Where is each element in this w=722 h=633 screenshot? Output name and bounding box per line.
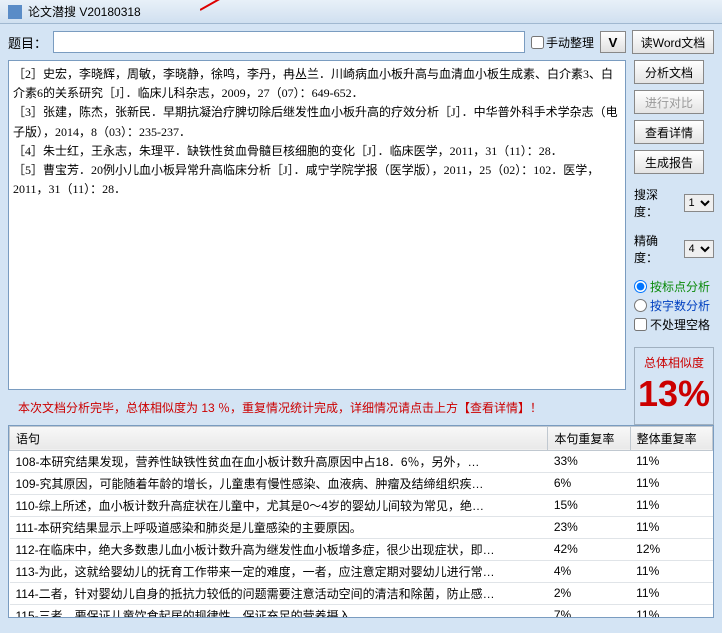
results-table[interactable]: 语句 本句重复率 整体重复率 108-本研究结果发现，营养性缺铁性贫血在血小板计… <box>9 426 713 618</box>
main-textarea[interactable] <box>8 60 626 390</box>
compare-button: 进行对比 <box>634 90 704 114</box>
window-title: 论文潜搜 V20180318 <box>28 3 141 20</box>
analyze-button[interactable]: 分析文档 <box>634 60 704 84</box>
titlebar: 论文潜搜 V20180318 <box>0 0 722 24</box>
table-row[interactable]: 109-究其原因，可能随着年龄的增长，儿童患有慢性感染、血液病、肿瘤及结缔组织疾… <box>10 472 713 494</box>
table-row[interactable]: 108-本研究结果发现，营养性缺铁性贫血在血小板计数升高原因中占18．6％，另外… <box>10 450 713 472</box>
app-icon <box>8 5 22 19</box>
depth-row: 搜深度： 1 <box>634 186 714 220</box>
th-local-rate[interactable]: 本句重复率 <box>548 426 630 450</box>
table-row[interactable]: 111-本研究结果显示上呼吸道感染和肺炎是儿童感染的主要原因。23%11% <box>10 516 713 538</box>
similarity-box: 总体相似度 13% <box>634 347 714 425</box>
th-sentence[interactable]: 语句 <box>10 426 548 450</box>
table-row[interactable]: 113-为此，这就给婴幼儿的抚育工作带来一定的难度，一者，应注意定期对婴幼儿进行… <box>10 560 713 582</box>
v-button[interactable]: V <box>600 31 626 53</box>
table-row[interactable]: 112-在临床中，绝大多数患儿血小板计数升高为继发性血小板增多症，很少出现症状，… <box>10 538 713 560</box>
side-panel: 分析文档 进行对比 查看详情 生成报告 搜深度： 1 精确度： 4 按标点分析 … <box>634 60 714 425</box>
view-detail-button[interactable]: 查看详情 <box>634 120 704 144</box>
read-word-button[interactable]: 读Word文档 <box>632 30 714 54</box>
no-space-checkbox[interactable]: 不处理空格 <box>634 316 714 333</box>
results-table-wrap: 语句 本句重复率 整体重复率 108-本研究结果发现，营养性缺铁性贫血在血小板计… <box>8 425 714 618</box>
by-punct-radio[interactable]: 按标点分析 <box>634 278 714 295</box>
table-row[interactable]: 115-三者，要保证儿童饮食起居的规律性，保证充足的营养摄入。7%11% <box>10 604 713 618</box>
gen-report-button[interactable]: 生成报告 <box>634 150 704 174</box>
topbar: 题目： 手动整理 V 读Word文档 <box>0 24 722 60</box>
by-char-radio[interactable]: 按字数分析 <box>634 297 714 314</box>
table-row[interactable]: 110-综上所述，血小板计数升高症状在儿童中，尤其是0～4岁的婴幼儿间较为常见，… <box>10 494 713 516</box>
accuracy-row: 精确度： 4 <box>634 232 714 266</box>
similarity-value: 13% <box>637 371 711 418</box>
manual-checkbox[interactable]: 手动整理 <box>531 34 594 51</box>
table-row[interactable]: 114-二者，针对婴幼儿自身的抵抗力较低的问题需要注意活动空间的清洁和除菌，防止… <box>10 582 713 604</box>
status-text: 本次文档分析完毕，总体相似度为 13 ％，重复情况统计完成，详细情况请点击上方【… <box>8 393 626 422</box>
theme-label: 题目： <box>8 33 47 52</box>
th-total-rate[interactable]: 整体重复率 <box>630 426 712 450</box>
depth-select[interactable]: 1 <box>684 194 714 212</box>
accuracy-select[interactable]: 4 <box>684 240 714 258</box>
similarity-title: 总体相似度 <box>637 354 711 371</box>
manual-checkbox-input[interactable] <box>531 36 544 49</box>
theme-input[interactable] <box>53 31 525 53</box>
